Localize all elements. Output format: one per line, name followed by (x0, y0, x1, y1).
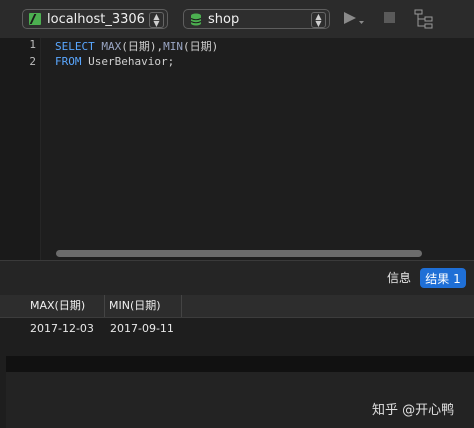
column-header-min[interactable]: MIN(日期) (105, 295, 182, 317)
tab-result-1[interactable]: 结果 1 (420, 268, 466, 288)
stop-icon[interactable] (383, 10, 397, 26)
line-number: 1 (29, 38, 36, 51)
database-icon (190, 13, 202, 25)
connection-select[interactable]: localhost_3306 ▲ ▼ (22, 9, 168, 29)
connection-icon (29, 13, 41, 25)
toolbar: localhost_3306 ▲ ▼ shop ▲ ▼ (0, 0, 474, 39)
database-select[interactable]: shop ▲ ▼ (183, 9, 330, 29)
table-row-empty (6, 356, 474, 372)
code-line: SELECT MAX(日期),MIN(日期) (55, 38, 218, 54)
keyword-from: FROM (55, 55, 82, 68)
column-header-max[interactable]: MAX(日期) (26, 295, 105, 317)
function-min: MIN (163, 40, 183, 53)
line-number-gutter: 1 2 (0, 38, 41, 260)
chevron-updown-icon: ▲ ▼ (149, 12, 164, 28)
watermark: 知乎 @开心鸭 (372, 403, 455, 418)
tab-info[interactable]: 信息 (387, 269, 411, 286)
database-label: shop (208, 11, 240, 27)
result-tabs-bar: 信息 结果 1 (0, 261, 474, 295)
chevron-updown-icon: ▲ ▼ (311, 12, 326, 28)
keyword-select: SELECT (55, 40, 95, 53)
horizontal-scrollbar[interactable] (56, 250, 422, 257)
cell-min[interactable]: 2017-09-11 (110, 321, 174, 337)
sql-editor[interactable]: 1 2 SELECT MAX(日期),MIN(日期) FROM UserBeha… (0, 38, 474, 260)
run-icon[interactable] (343, 10, 365, 26)
line-number: 2 (29, 55, 36, 68)
code-line: FROM UserBehavior; (55, 55, 174, 68)
argument-text: (日期) (183, 40, 219, 53)
connection-label: localhost_3306 (47, 11, 145, 27)
argument-text: (日期), (121, 40, 164, 53)
explain-icon[interactable] (414, 9, 434, 29)
table-name: UserBehavior; (81, 55, 175, 68)
grid-header: MAX(日期) MIN(日期) (0, 295, 474, 318)
cell-max[interactable]: 2017-12-03 (30, 321, 94, 337)
function-max: MAX (101, 40, 122, 53)
